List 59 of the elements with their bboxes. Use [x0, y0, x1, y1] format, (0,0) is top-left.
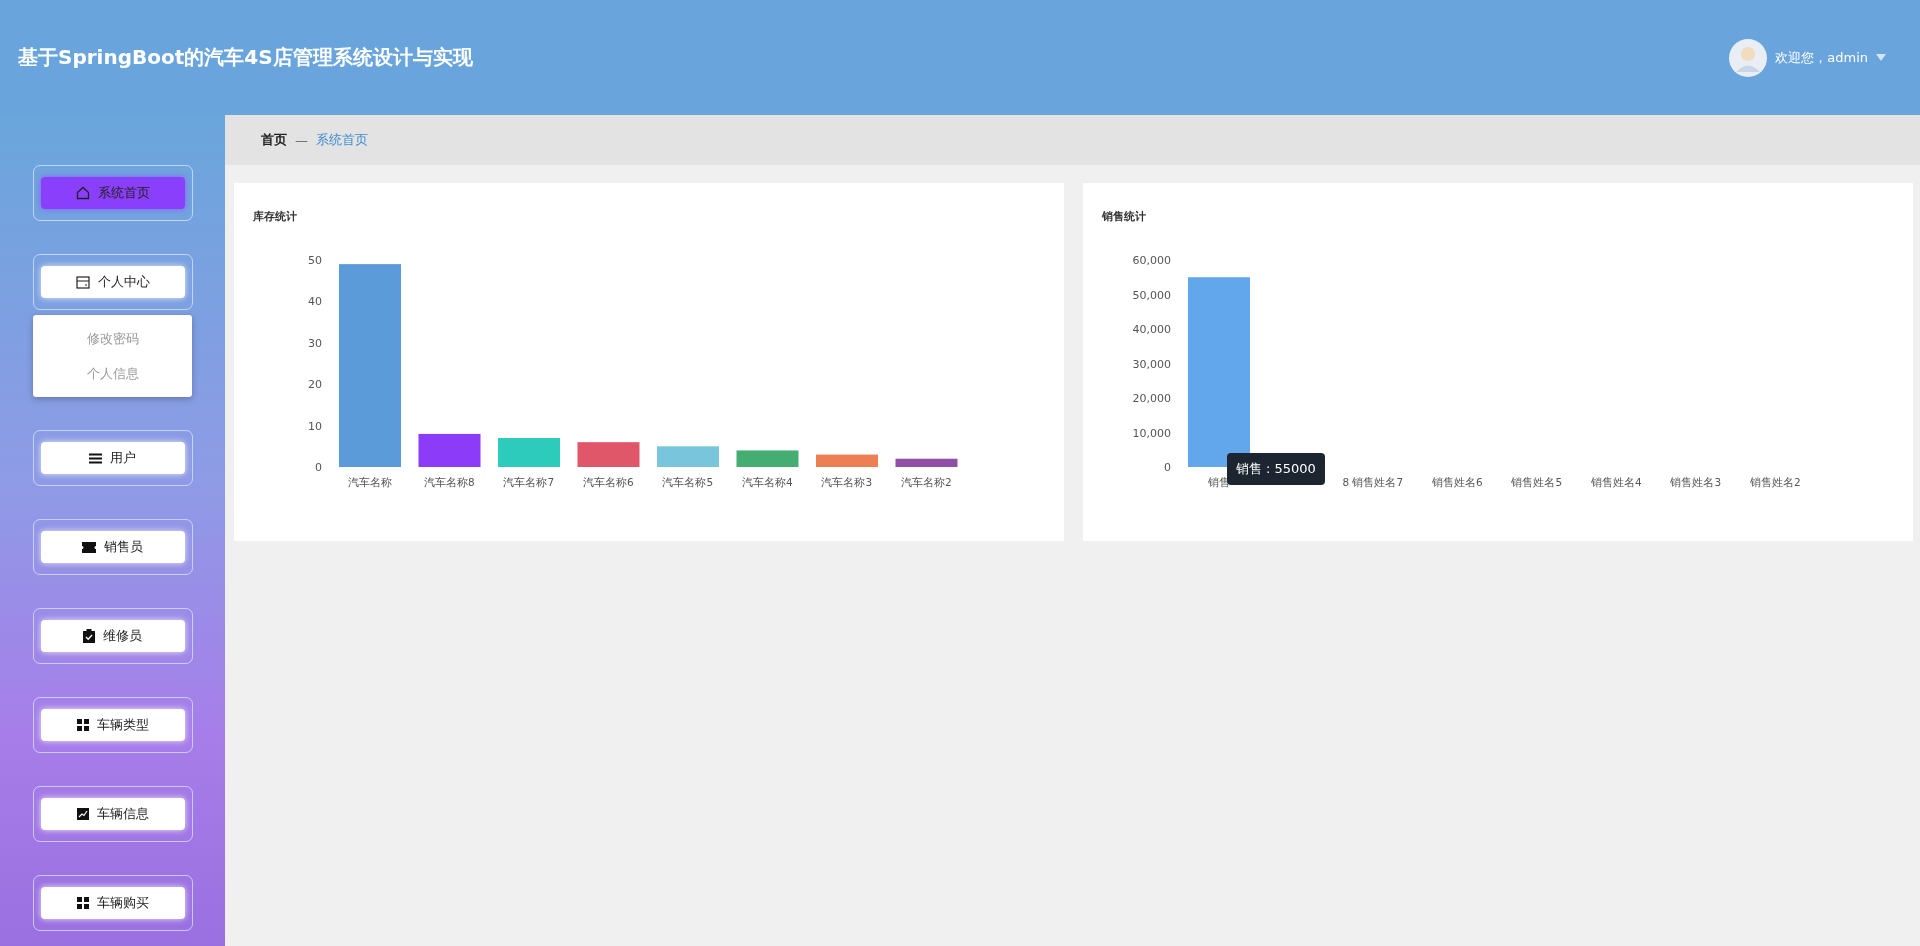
- category-label: 汽车名称2: [900, 476, 952, 488]
- menu-item[interactable]: 维修员: [40, 620, 185, 652]
- category-label: 8: [1342, 476, 1350, 488]
- menu-item[interactable]: 销售员: [40, 531, 185, 563]
- clipboard-check-icon: [83, 629, 95, 643]
- menu-item[interactable]: 车辆购买: [40, 887, 185, 919]
- grid-icon: [76, 719, 89, 731]
- category-label: 销售姓名4: [1590, 476, 1642, 488]
- category-label: 汽车名称: [347, 476, 392, 488]
- bar: [816, 454, 878, 467]
- breadcrumb-current: 系统首页: [316, 131, 368, 149]
- axis-tick-label: 40,000: [1132, 323, 1171, 336]
- axis-tick-label: 20,000: [1132, 392, 1171, 405]
- bar: [498, 438, 560, 467]
- menu-item[interactable]: 车辆信息: [40, 798, 185, 830]
- breadcrumb-separator: —: [295, 132, 308, 148]
- breadcrumb-link[interactable]: 首页: [261, 131, 287, 149]
- axis-tick-label: 50,000: [1132, 288, 1171, 302]
- category-label: 汽车名称4: [741, 476, 793, 488]
- axis-tick-label: 40: [308, 295, 322, 309]
- axis-tick-label: 50: [308, 254, 322, 267]
- bar: [418, 433, 481, 467]
- menu-icon: [89, 452, 102, 464]
- bar: [736, 450, 799, 467]
- category-label: 汽车名称8: [423, 476, 475, 488]
- ticket-icon: [82, 541, 96, 553]
- avatar[interactable]: [1729, 38, 1768, 77]
- category-label: 汽车名称3: [821, 476, 873, 488]
- bar: [657, 446, 719, 467]
- app-title: 基于SpringBoot的汽车4S店管理系统设计与实现: [18, 44, 474, 71]
- axis-tick-label: 10,000: [1132, 426, 1171, 440]
- bar: [895, 458, 958, 467]
- category-label: 销售姓名2: [1749, 476, 1801, 488]
- category-label: 销售姓名7: [1352, 476, 1404, 488]
- chart-icon: [76, 808, 89, 820]
- menu-item[interactable]: 车辆类型: [40, 709, 185, 741]
- menu-item[interactable]: 个人中心: [40, 266, 185, 298]
- axis-tick-label: 10: [308, 419, 322, 433]
- axis-tick-label: 20: [308, 378, 322, 392]
- category-label: 销售姓名5: [1511, 476, 1563, 488]
- axis-tick-label: 60,000: [1132, 254, 1171, 267]
- category-label: 汽车名称5: [662, 476, 714, 488]
- category-label: 汽车名称7: [503, 476, 555, 488]
- axis-tick-label: 0: [315, 461, 322, 474]
- category-label: 销售姓名3: [1670, 476, 1722, 488]
- category-label: 销售姓名6: [1431, 476, 1483, 488]
- grid-icon: [76, 897, 89, 909]
- chart-title: 销售统计: [1102, 209, 1146, 224]
- chart-title: 库存统计: [253, 209, 297, 224]
- home-icon: [75, 186, 90, 200]
- welcome-text: 欢迎您，admin: [1775, 48, 1868, 67]
- card-icon: [75, 275, 90, 289]
- axis-tick-label: 0: [1164, 461, 1171, 474]
- menu-item[interactable]: 用户: [40, 442, 185, 474]
- bar: [577, 442, 640, 467]
- caret-icon[interactable]: [1876, 54, 1886, 61]
- axis-tick-label: 30: [308, 336, 322, 350]
- axis-tick-label: 30,000: [1132, 357, 1171, 371]
- category-label: 汽车名称6: [582, 476, 634, 488]
